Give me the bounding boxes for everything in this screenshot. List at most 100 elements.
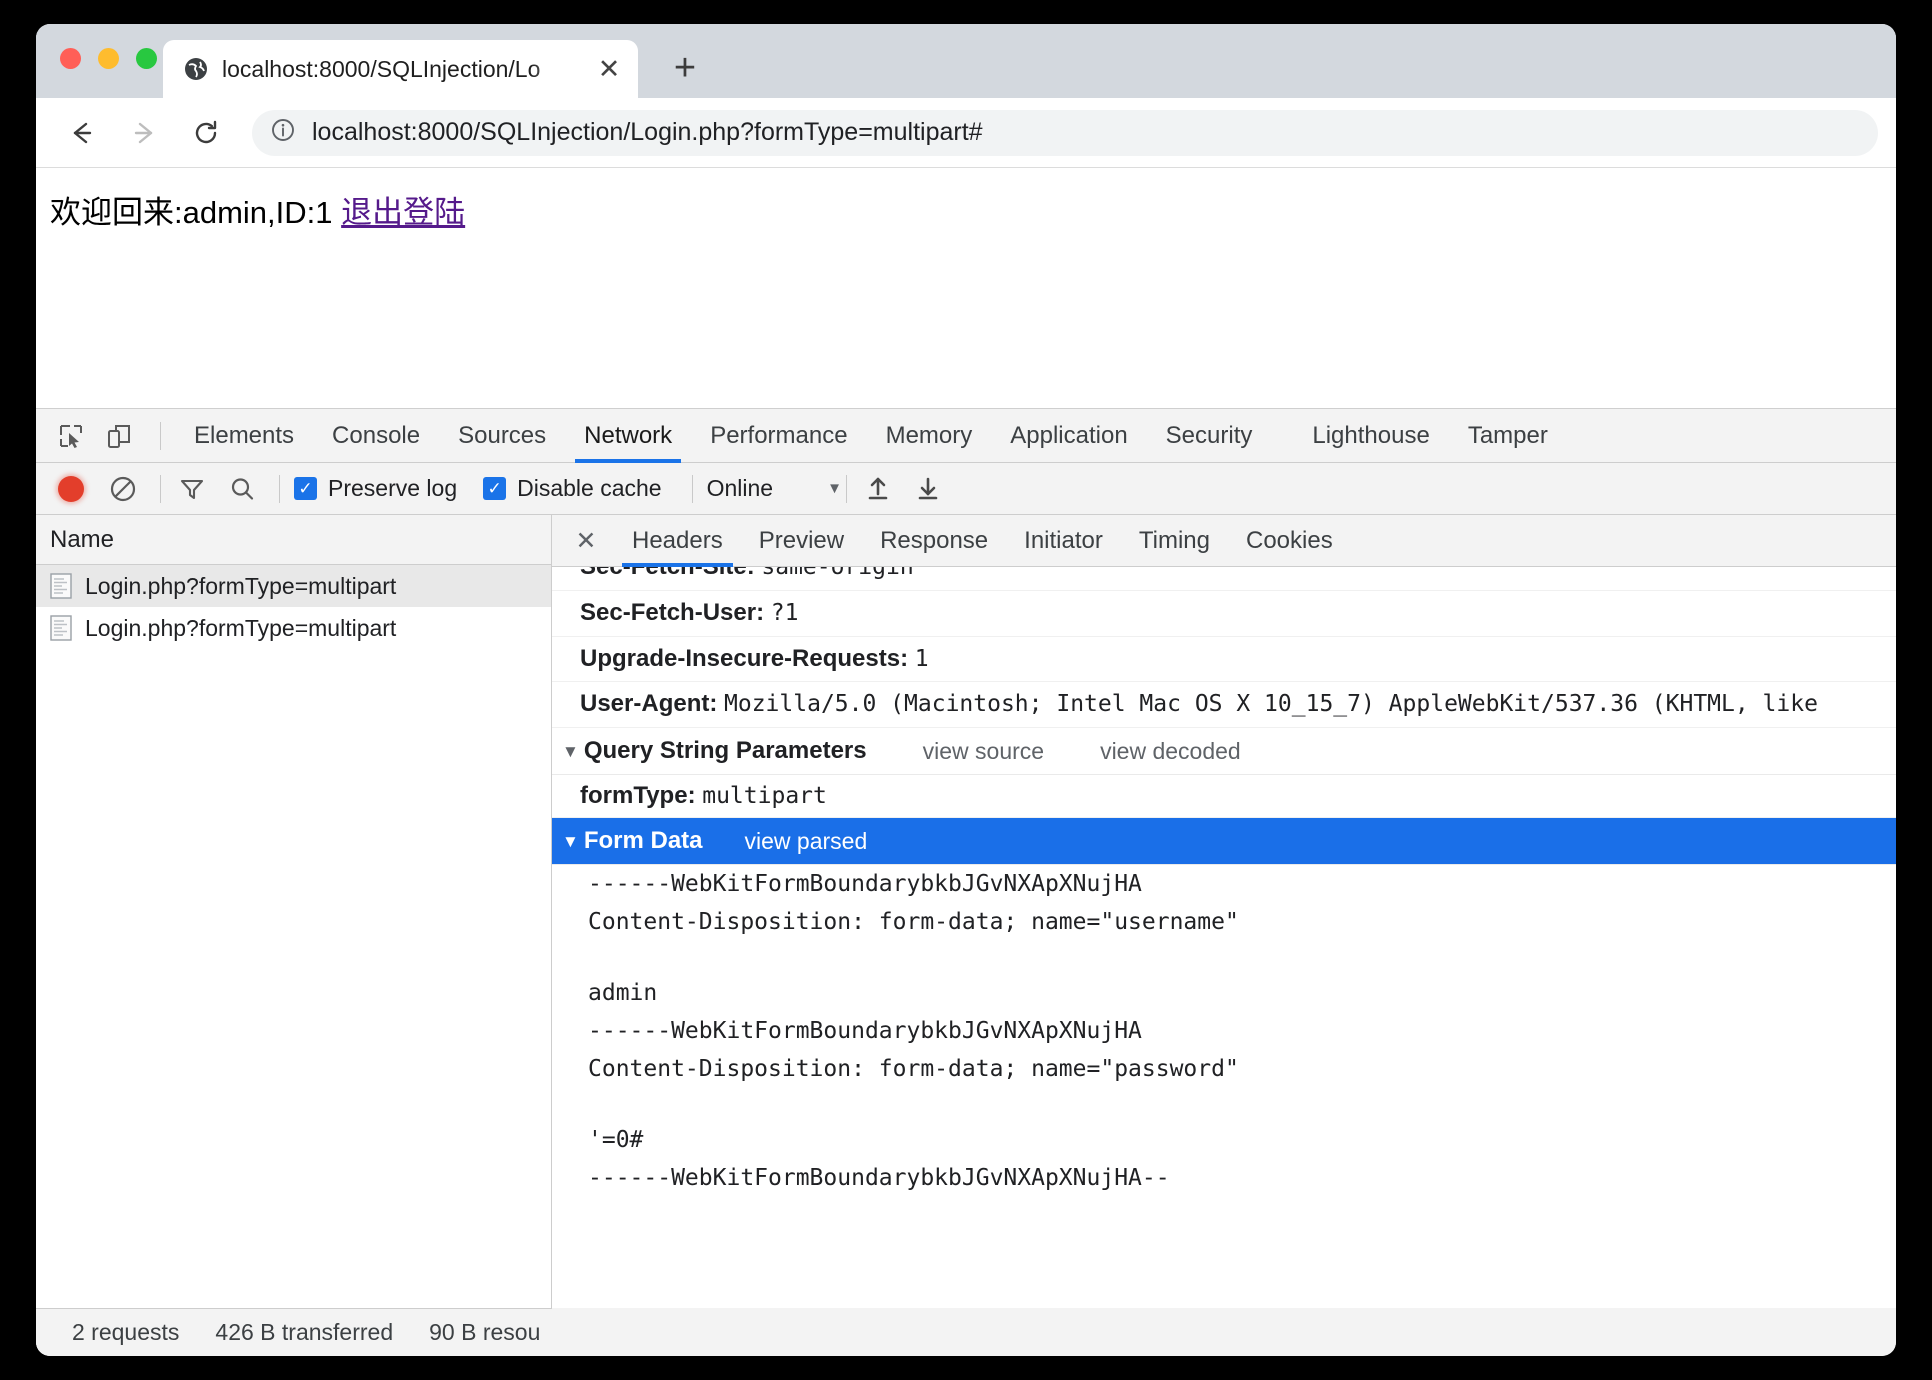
close-window-button[interactable] <box>60 48 81 69</box>
throttling-value: Online <box>706 475 774 501</box>
disable-cache-checkbox[interactable]: ✓ Disable cache <box>483 475 662 502</box>
form-data-line <box>552 1088 1896 1121</box>
status-requests: 2 requests <box>72 1319 180 1345</box>
chevron-down-icon: ▼ <box>827 480 842 497</box>
form-data-line: Content-Disposition: form-data; name="pa… <box>588 1056 1239 1083</box>
info-circle-icon[interactable] <box>270 117 296 148</box>
form-data-line: ------WebKitFormBoundarybkbJGvNXApXNujHA… <box>588 1165 1170 1192</box>
filter-icon[interactable] <box>175 472 209 506</box>
tab-lighthouse[interactable]: Lighthouse <box>1293 409 1448 463</box>
query-string-section-header[interactable]: ▼ Query String Parameters view source vi… <box>552 728 1896 776</box>
query-param-row: formType: multipart <box>552 775 1896 819</box>
throttling-select[interactable]: Online ▼ <box>707 475 842 502</box>
form-data-line: ------WebKitFormBoundarybkbJGvNXApXNujHA <box>588 871 1142 898</box>
tab-security[interactable]: Security <box>1147 409 1272 463</box>
param-name: formType: <box>580 782 696 810</box>
request-name: Login.php?formType=multipart <box>85 572 397 599</box>
status-resources: 90 B resou <box>429 1319 541 1345</box>
header-row: Sec-Fetch-Site: same-origin <box>552 567 1896 591</box>
tab-title: localhost:8000/SQLInjection/Lo <box>222 55 541 82</box>
table-row[interactable]: Login.php?formType=multipart <box>36 565 551 607</box>
url-text: localhost:8000/SQLInjection/Login.php?fo… <box>312 118 983 146</box>
navigation-bar: localhost:8000/SQLInjection/Login.php?fo… <box>36 98 1896 168</box>
section-title: Query String Parameters <box>583 737 867 765</box>
header-value: Mozilla/5.0 (Macintosh; Intel Mac OS X 1… <box>724 691 1818 718</box>
header-value: same-origin <box>761 567 914 580</box>
checkbox-check-icon: ✓ <box>294 477 317 500</box>
upload-arrow-icon[interactable] <box>861 472 895 506</box>
header-name: User-Agent: <box>580 690 718 718</box>
network-split-view: Name Login.php?formType=multipart Login.… <box>36 515 1896 1308</box>
table-row[interactable]: Login.php?formType=multipart <box>36 607 551 649</box>
page-viewport: 欢迎回来:admin,ID:1 退出登陆 <box>36 168 1896 408</box>
param-value: multipart <box>702 783 827 810</box>
tab-tamper[interactable]: Tamper <box>1449 409 1567 463</box>
address-bar[interactable]: localhost:8000/SQLInjection/Login.php?fo… <box>252 109 1878 156</box>
toolbar-divider <box>845 474 847 503</box>
form-data-line: '=0# <box>588 1127 644 1154</box>
clear-icon[interactable] <box>106 472 140 506</box>
tab-headers[interactable]: Headers <box>614 515 741 567</box>
toolbar-divider <box>160 421 161 450</box>
toolbar-divider <box>160 474 161 503</box>
download-arrow-icon[interactable] <box>911 472 945 506</box>
form-data-section-header[interactable]: ▼ Form Data view parsed <box>552 818 1896 866</box>
tab-cookies[interactable]: Cookies <box>1228 515 1351 567</box>
tab-performance[interactable]: Performance <box>691 409 866 463</box>
header-row: Upgrade-Insecure-Requests: 1 <box>552 637 1896 683</box>
tab-initiator[interactable]: Initiator <box>1006 515 1121 567</box>
triangle-down-icon: ▼ <box>562 831 579 851</box>
header-name: Sec-Fetch-Site: <box>580 567 755 580</box>
view-source-link[interactable]: view source <box>923 738 1044 765</box>
logout-link[interactable]: 退出登陆 <box>341 195 465 230</box>
maximize-window-button[interactable] <box>136 48 157 69</box>
arrow-left-icon[interactable] <box>62 113 102 153</box>
toolbar-divider <box>691 474 693 503</box>
new-tab-button[interactable]: + <box>664 47 706 89</box>
inspect-element-icon[interactable] <box>50 415 92 457</box>
header-row: Sec-Fetch-User: ?1 <box>552 591 1896 637</box>
document-icon <box>50 615 72 641</box>
request-detail-panel: ✕ Headers Preview Response Initiator Tim… <box>552 515 1896 1308</box>
tab-application[interactable]: Application <box>991 409 1146 463</box>
view-parsed-link[interactable]: view parsed <box>745 828 868 855</box>
triangle-down-icon: ▼ <box>562 741 579 761</box>
arrow-right-icon[interactable] <box>124 113 164 153</box>
tab-strip: localhost:8000/SQLInjection/Lo ✕ + <box>36 24 1896 98</box>
preserve-log-checkbox[interactable]: ✓ Preserve log <box>294 475 457 502</box>
close-icon[interactable]: ✕ <box>566 521 606 561</box>
tab-console[interactable]: Console <box>313 409 439 463</box>
headers-content[interactable]: Sec-Fetch-Site: same-origin Sec-Fetch-Us… <box>552 567 1896 1308</box>
detail-tab-bar: ✕ Headers Preview Response Initiator Tim… <box>552 515 1896 567</box>
tab-memory[interactable]: Memory <box>867 409 992 463</box>
page-welcome-line: 欢迎回来:admin,ID:1 退出登陆 <box>50 194 1896 233</box>
reload-icon[interactable] <box>186 113 226 153</box>
tab-timing[interactable]: Timing <box>1121 515 1228 567</box>
record-button[interactable] <box>58 475 84 502</box>
tab-preview[interactable]: Preview <box>741 515 862 567</box>
toolbar-divider <box>279 474 280 503</box>
tab-response[interactable]: Response <box>862 515 1006 567</box>
tab-elements[interactable]: Elements <box>175 409 313 463</box>
view-decoded-link[interactable]: view decoded <box>1100 738 1241 765</box>
status-bar: 2 requests 426 B transferred 90 B resou <box>36 1308 552 1356</box>
close-icon[interactable]: ✕ <box>594 54 624 84</box>
minimize-window-button[interactable] <box>98 48 119 69</box>
status-bar-wrap: 2 requests 426 B transferred 90 B resou <box>36 1308 1896 1356</box>
form-data-line: admin <box>588 980 658 1007</box>
header-name: Sec-Fetch-User: <box>580 598 765 626</box>
tab-sources[interactable]: Sources <box>439 409 565 463</box>
device-toolbar-icon[interactable] <box>98 415 140 457</box>
browser-tab[interactable]: localhost:8000/SQLInjection/Lo ✕ <box>163 40 638 98</box>
request-list: Login.php?formType=multipart Login.php?f… <box>36 565 551 1308</box>
tab-network[interactable]: Network <box>565 409 691 463</box>
section-title: Form Data <box>583 827 703 855</box>
request-name: Login.php?formType=multipart <box>85 614 397 641</box>
disable-cache-label: Disable cache <box>517 475 662 501</box>
welcome-text: 欢迎回来:admin,ID:1 <box>50 195 333 230</box>
header-name: Upgrade-Insecure-Requests: <box>580 644 909 672</box>
header-value: ?1 <box>770 599 799 626</box>
checkbox-check-icon: ✓ <box>483 477 507 500</box>
search-icon[interactable] <box>225 472 259 506</box>
network-toolbar: ✓ Preserve log ✓ Disable cache Online ▼ <box>36 463 1896 515</box>
